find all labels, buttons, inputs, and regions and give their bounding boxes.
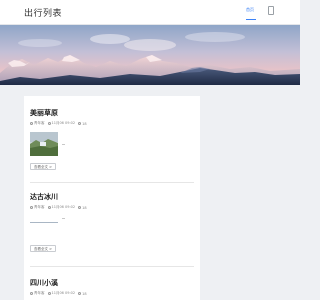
- post-views: 18: [82, 121, 87, 126]
- post-author: 青年客: [34, 121, 45, 125]
- post-list-card: 美丽草原 青年客 11月06 09:02 18 查看全文 > 达古冰川 青年客 …: [24, 96, 200, 300]
- post-thumbnail[interactable]: [30, 132, 58, 156]
- divider: [62, 218, 65, 219]
- clock-icon: [47, 292, 51, 295]
- top-bar: 出行列表 首页: [0, 0, 300, 25]
- post-title[interactable]: 达古冰川: [30, 192, 58, 202]
- post-author: 青年客: [34, 205, 45, 209]
- post-date: 11月06 09:02: [51, 205, 76, 209]
- divider: [62, 144, 65, 145]
- eye-icon: [78, 292, 82, 295]
- post-views: 18: [82, 205, 87, 210]
- divider: [30, 266, 194, 267]
- banner-image: [0, 25, 300, 85]
- site-title[interactable]: 出行列表: [24, 6, 62, 19]
- post-date: 11月06 09:02: [51, 291, 76, 295]
- user-icon: [30, 122, 33, 125]
- post-date: 11月06 09:02: [51, 121, 76, 125]
- post-title[interactable]: 四川小溪: [30, 278, 58, 288]
- glacier-photo-icon: [30, 222, 58, 223]
- user-icon: [30, 206, 33, 209]
- nav-item-home[interactable]: 首页: [246, 7, 254, 13]
- phone-icon[interactable]: [268, 6, 274, 15]
- divider: [30, 182, 194, 183]
- read-more-button[interactable]: 查看全文 >: [30, 163, 56, 170]
- post-thumbnail[interactable]: [30, 215, 58, 223]
- eye-icon: [78, 122, 82, 125]
- post-meta: 青年客 11月06 09:02 18: [30, 291, 87, 296]
- post-meta: 青年客 11月06 09:02 18: [30, 121, 87, 126]
- mountain-banner-icon: [0, 25, 300, 85]
- clock-icon: [47, 122, 51, 125]
- grassland-photo-icon: [30, 132, 58, 156]
- post-views: 18: [82, 291, 87, 296]
- read-more-button[interactable]: 查看全文 >: [30, 245, 56, 252]
- clock-icon: [47, 206, 51, 209]
- user-icon: [30, 292, 33, 295]
- nav-active-indicator: [246, 19, 256, 20]
- post-author: 青年客: [34, 291, 45, 295]
- post-meta: 青年客 11月06 09:02 18: [30, 205, 87, 210]
- post-title[interactable]: 美丽草原: [30, 108, 58, 118]
- eye-icon: [78, 206, 82, 209]
